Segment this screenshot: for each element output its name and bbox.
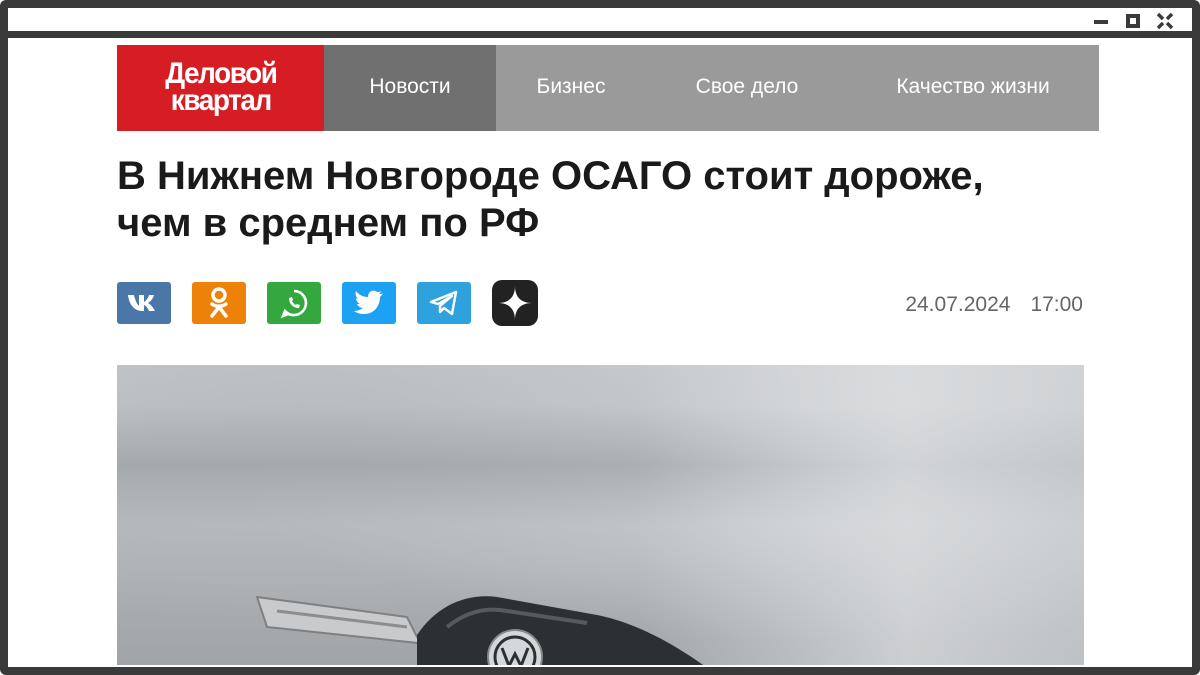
dzen-icon bbox=[492, 280, 538, 326]
share-whatsapp-button[interactable] bbox=[267, 282, 321, 324]
odnoklassniki-icon bbox=[210, 287, 228, 318]
minimize-icon[interactable] bbox=[1092, 12, 1110, 30]
vk-icon bbox=[128, 295, 155, 311]
logo-line-2: квартал bbox=[170, 84, 271, 117]
share-dzen-button[interactable] bbox=[492, 280, 538, 326]
twitter-icon bbox=[354, 290, 383, 314]
share-vk-button[interactable] bbox=[117, 282, 171, 324]
share-ok-button[interactable] bbox=[192, 282, 246, 324]
logo-line-1: Деловой bbox=[164, 57, 278, 90]
page-content: Деловой квартал Новости Бизнес Свое дело… bbox=[10, 45, 1190, 665]
article-headline: В Нижнем Новгороде ОСАГО стоит дороже, ч… bbox=[117, 154, 984, 245]
nav-item-quality-of-life[interactable]: Качество жизни bbox=[848, 45, 1098, 131]
article-date: 24.07.2024 bbox=[905, 293, 1011, 316]
car-key-image bbox=[255, 595, 704, 665]
whatsapp-icon bbox=[280, 289, 308, 319]
maximize-icon[interactable] bbox=[1124, 12, 1142, 30]
main-nav: Деловой квартал Новости Бизнес Свое дело… bbox=[117, 45, 1099, 131]
article-time: 17:00 bbox=[1030, 293, 1083, 316]
nav-item-business[interactable]: Бизнес bbox=[496, 45, 646, 131]
share-buttons bbox=[117, 280, 538, 326]
window-titlebar bbox=[8, 8, 1192, 38]
article-meta: 24.07.2024 17:00 bbox=[905, 293, 1083, 317]
nav-item-news[interactable]: Новости bbox=[324, 45, 496, 131]
site-logo[interactable]: Деловой квартал bbox=[117, 45, 324, 131]
nav-item-own-business[interactable]: Свое дело bbox=[646, 45, 848, 131]
share-twitter-button[interactable] bbox=[342, 282, 396, 324]
article-image bbox=[117, 365, 1084, 665]
window-controls bbox=[1092, 12, 1174, 30]
close-icon[interactable] bbox=[1156, 12, 1174, 30]
share-telegram-button[interactable] bbox=[417, 282, 471, 324]
telegram-icon bbox=[429, 290, 458, 316]
